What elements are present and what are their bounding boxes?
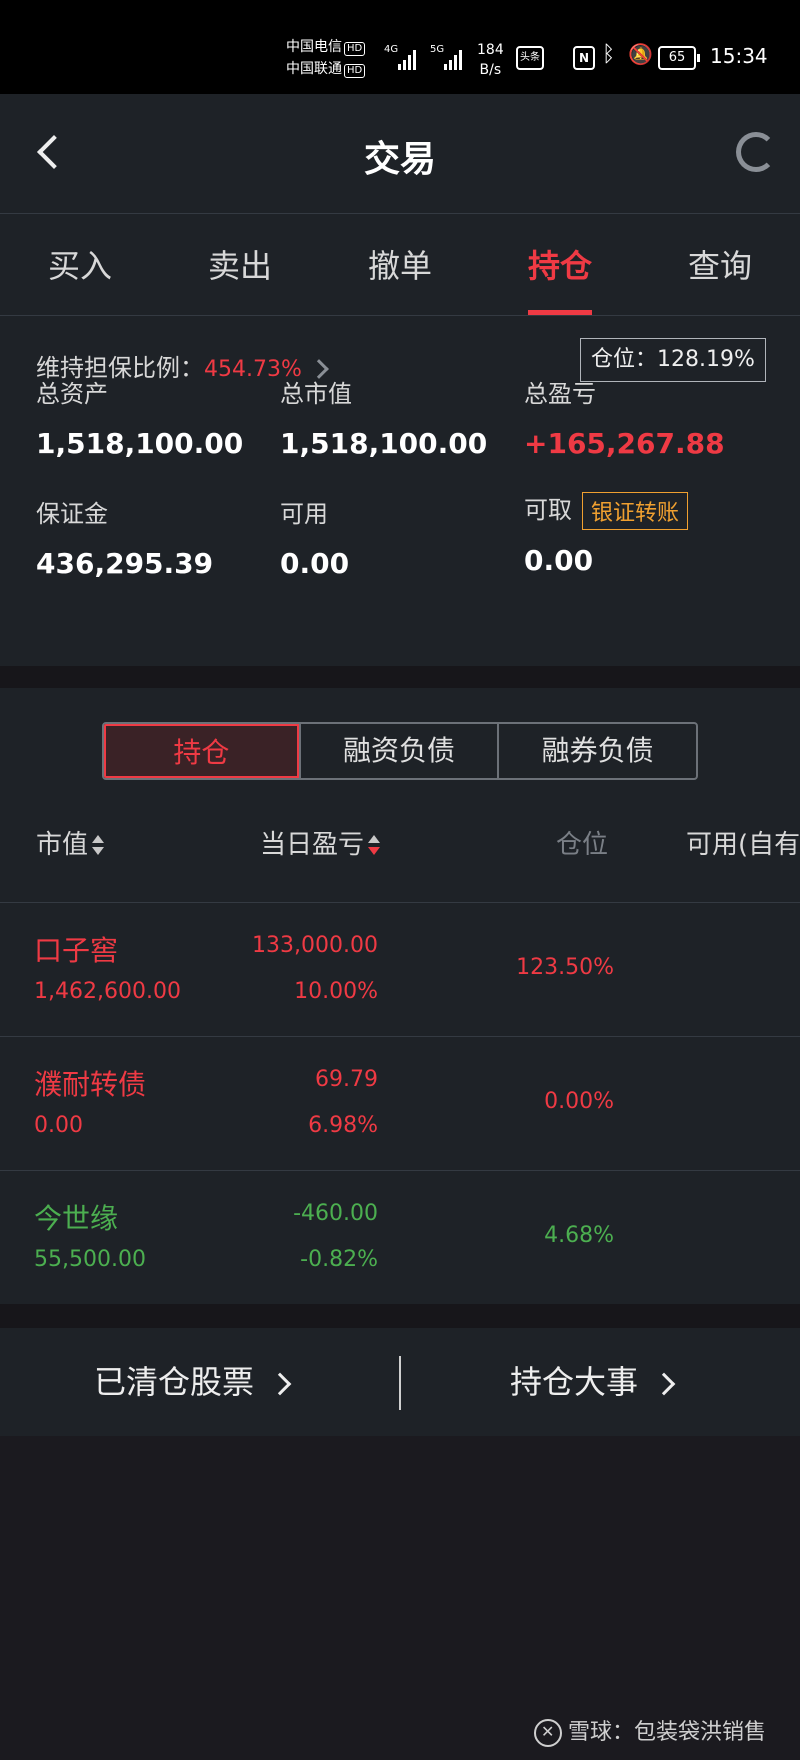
deposit: 保证金 436,295.39 — [36, 494, 276, 580]
withdrawable-label-row: 可取 银证转账 — [524, 490, 784, 530]
available: 可用 0.00 — [280, 494, 520, 580]
clock: 15:34 — [710, 44, 768, 68]
segment-financing-debt[interactable]: 融资负债 — [298, 724, 498, 778]
stock-position: 4.68% — [544, 1223, 614, 1248]
refresh-icon[interactable] — [736, 132, 776, 172]
market-value: 总市值 1,518,100.00 — [280, 374, 520, 460]
bluetooth-icon: ᛒ — [602, 42, 616, 67]
network-type-1: 4G — [384, 44, 399, 55]
stock-daily-pnl-pct: 10.00% — [294, 979, 378, 1004]
stock-position: 0.00% — [544, 1089, 614, 1114]
carrier-info: 中国电信 HD 中国联通 HD — [286, 36, 366, 80]
tab-sell[interactable]: 卖出 — [160, 214, 320, 315]
hd-badge: HD — [344, 42, 366, 56]
market-value-value: 1,518,100.00 — [280, 427, 488, 460]
tab-cancel[interactable]: 撤单 — [320, 214, 480, 315]
bank-transfer-button[interactable]: 银证转账 — [582, 492, 689, 530]
chevron-right-icon — [268, 1372, 292, 1396]
footer-links: 已清仓股票 持仓大事 — [0, 1328, 800, 1436]
sort-desc-icon — [368, 834, 381, 857]
deposit-value: 436,295.39 — [36, 547, 214, 580]
tab-buy[interactable]: 买入 — [0, 214, 160, 315]
table-row[interactable]: 濮耐转债 0.00 69.79 6.98% 0.00% — [0, 1037, 800, 1171]
withdrawable: 可取 银证转账 0.00 — [524, 490, 784, 577]
stock-market-value: 0.00 — [34, 1113, 83, 1138]
xueqiu-logo-icon — [534, 1719, 562, 1747]
signal-icon — [398, 46, 416, 70]
carrier-1: 中国电信 — [286, 39, 342, 55]
stock-daily-pnl-pct: -0.82% — [300, 1247, 378, 1272]
section-divider — [0, 1304, 800, 1328]
column-available[interactable]: 可用(自有 — [686, 814, 800, 876]
holdings-segment-control: 持仓 融资负债 融券负债 — [102, 722, 698, 780]
table-row[interactable]: 口子窖 1,462,600.00 133,000.00 10.00% 123.5… — [0, 903, 800, 1037]
position-events-label: 持仓大事 — [510, 1363, 639, 1401]
chevron-right-icon — [652, 1372, 676, 1396]
watermark: 雪球：包装袋洪销售 — [534, 1714, 766, 1747]
carrier-2: 中国联通 — [286, 61, 342, 77]
stock-position: 123.50% — [516, 955, 614, 980]
holdings-panel: 持仓 融资负债 融券负债 市值 当日盈亏 仓位 可用(自有 口子窖 1,462,… — [0, 688, 800, 1305]
withdrawable-value: 0.00 — [524, 544, 594, 577]
mute-bell-icon: 🔕 — [628, 42, 653, 66]
tab-holdings[interactable]: 持仓 — [480, 214, 640, 315]
total-assets-label: 总资产 — [36, 380, 108, 408]
available-label: 可用 — [280, 500, 328, 528]
stock-daily-pnl: -460.00 — [293, 1201, 378, 1226]
speed-unit: B/s — [479, 62, 502, 78]
cleared-stocks-label: 已清仓股票 — [94, 1363, 255, 1401]
stock-name: 口子窖 — [34, 934, 119, 967]
hd-badge: HD — [344, 64, 366, 78]
toutiao-icon: 头条 — [516, 46, 544, 70]
stock-name: 今世缘 — [34, 1202, 119, 1235]
deposit-label: 保证金 — [36, 500, 108, 528]
stock-market-value: 1,462,600.00 — [34, 979, 181, 1004]
column-daily-pnl-label: 当日盈亏 — [260, 830, 365, 860]
stock-daily-pnl: 133,000.00 — [252, 933, 378, 958]
table-row[interactable]: 今世缘 55,500.00 -460.00 -0.82% 4.68% — [0, 1171, 800, 1305]
position-events-link[interactable]: 持仓大事 — [510, 1328, 676, 1436]
segment-holdings[interactable]: 持仓 — [104, 724, 299, 778]
total-assets: 总资产 1,518,100.00 — [36, 374, 276, 460]
divider — [399, 1356, 401, 1410]
column-market-value[interactable]: 市值 — [36, 814, 105, 876]
battery-icon: 65 — [658, 46, 700, 70]
speed-value: 184 — [477, 42, 504, 58]
available-value: 0.00 — [280, 547, 350, 580]
stock-name: 濮耐转债 — [34, 1068, 147, 1101]
tab-query[interactable]: 查询 — [640, 214, 800, 315]
account-summary: 维持担保比例：454.73% 仓位：128.19% 总资产 1,518,100.… — [0, 316, 800, 666]
stock-market-value: 55,500.00 — [34, 1247, 146, 1272]
sort-icon — [92, 834, 105, 857]
section-divider — [0, 666, 800, 688]
segment-securities-debt[interactable]: 融券负债 — [497, 724, 696, 778]
nav-bar: 交易 — [0, 94, 800, 214]
total-pnl-value: +165,267.88 — [524, 427, 725, 460]
withdrawable-label: 可取 — [524, 496, 572, 524]
chevron-left-icon[interactable] — [36, 134, 66, 170]
trade-tabs: 买入 卖出 撤单 持仓 查询 — [0, 214, 800, 316]
network-speed: 184 B/s — [477, 40, 504, 80]
market-value-label: 总市值 — [280, 380, 352, 408]
column-position[interactable]: 仓位 — [556, 814, 608, 876]
network-type-2: 5G — [430, 44, 445, 55]
cleared-stocks-link[interactable]: 已清仓股票 — [94, 1328, 292, 1436]
status-bar: 中国电信 HD 中国联通 HD 4G 5G 184 B/s 头条 N ᛒ 🔕 65 … — [0, 0, 800, 94]
total-assets-value: 1,518,100.00 — [36, 427, 244, 460]
watermark-text: 雪球：包装袋洪销售 — [568, 1720, 767, 1745]
column-market-value-label: 市值 — [36, 830, 89, 860]
signal-icon — [444, 46, 462, 70]
total-pnl: 总盈亏 +165,267.88 — [524, 374, 764, 460]
stock-daily-pnl: 69.79 — [315, 1067, 378, 1092]
column-daily-pnl[interactable]: 当日盈亏 — [260, 814, 381, 876]
page-title: 交易 — [363, 139, 436, 180]
nfc-icon: N — [573, 46, 595, 70]
total-pnl-label: 总盈亏 — [524, 380, 596, 408]
stock-daily-pnl-pct: 6.98% — [308, 1113, 378, 1138]
